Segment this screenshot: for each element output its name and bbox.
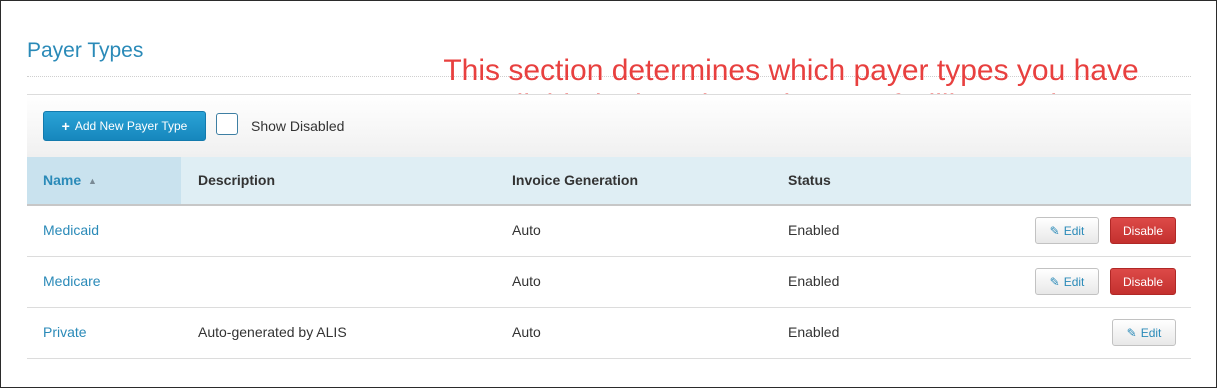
edit-icon: ✎ xyxy=(1049,223,1060,238)
table-row: Medicare Auto Enabled ✎ Edit Disable xyxy=(27,256,1191,308)
edit-icon: ✎ xyxy=(1126,325,1137,340)
plus-icon: + xyxy=(61,118,70,134)
edit-button-label: Edit xyxy=(1063,223,1085,238)
edit-button-label: Edit xyxy=(1063,274,1085,289)
add-payer-type-label: Add New Payer Type xyxy=(74,119,188,133)
toolbar: + Add New Payer Type Show Disabled xyxy=(27,95,1191,157)
payer-invoice-generation: Auto xyxy=(512,273,541,289)
payer-invoice-generation: Auto xyxy=(512,324,541,340)
payer-name-link[interactable]: Private xyxy=(43,307,87,358)
table-row: Medicaid Auto Enabled ✎ Edit Disable xyxy=(27,205,1191,257)
sort-icon: ▲︎ xyxy=(88,176,97,186)
column-header-name[interactable]: Name ▲︎ xyxy=(27,157,181,204)
column-header-status: Status xyxy=(788,172,831,188)
show-disabled-checkbox[interactable] xyxy=(216,113,238,135)
add-payer-type-button[interactable]: + Add New Payer Type xyxy=(43,111,206,141)
table-header: Name ▲︎ Description Invoice Generation S… xyxy=(27,157,1191,206)
edit-button[interactable]: ✎ Edit xyxy=(1035,217,1099,244)
edit-button[interactable]: ✎ Edit xyxy=(1035,268,1099,295)
payer-description: Auto-generated by ALIS xyxy=(198,324,347,340)
table-row: Private Auto-generated by ALIS Auto Enab… xyxy=(27,307,1191,359)
payer-name-link[interactable]: Medicare xyxy=(43,256,101,307)
edit-button-label: Edit xyxy=(1140,325,1162,340)
show-disabled-label: Show Disabled xyxy=(251,118,345,134)
disable-button[interactable]: Disable xyxy=(1110,217,1176,244)
edit-button[interactable]: ✎ Edit xyxy=(1112,319,1176,346)
page-frame: Payer Types This section determines whic… xyxy=(0,0,1217,388)
column-header-name-label: Name xyxy=(43,172,82,188)
annotation-line-1: This section determines which payer type… xyxy=(443,54,1139,87)
column-header-invoice-generation: Invoice Generation xyxy=(512,172,639,188)
disable-button[interactable]: Disable xyxy=(1110,268,1176,295)
payer-status: Enabled xyxy=(788,273,840,289)
edit-icon: ✎ xyxy=(1049,274,1060,289)
page-title: Payer Types xyxy=(27,39,144,62)
payer-status: Enabled xyxy=(788,222,840,238)
column-header-description: Description xyxy=(198,172,276,188)
payer-status: Enabled xyxy=(788,324,840,340)
payer-name-link[interactable]: Medicaid xyxy=(43,205,99,256)
payer-invoice-generation: Auto xyxy=(512,222,541,238)
